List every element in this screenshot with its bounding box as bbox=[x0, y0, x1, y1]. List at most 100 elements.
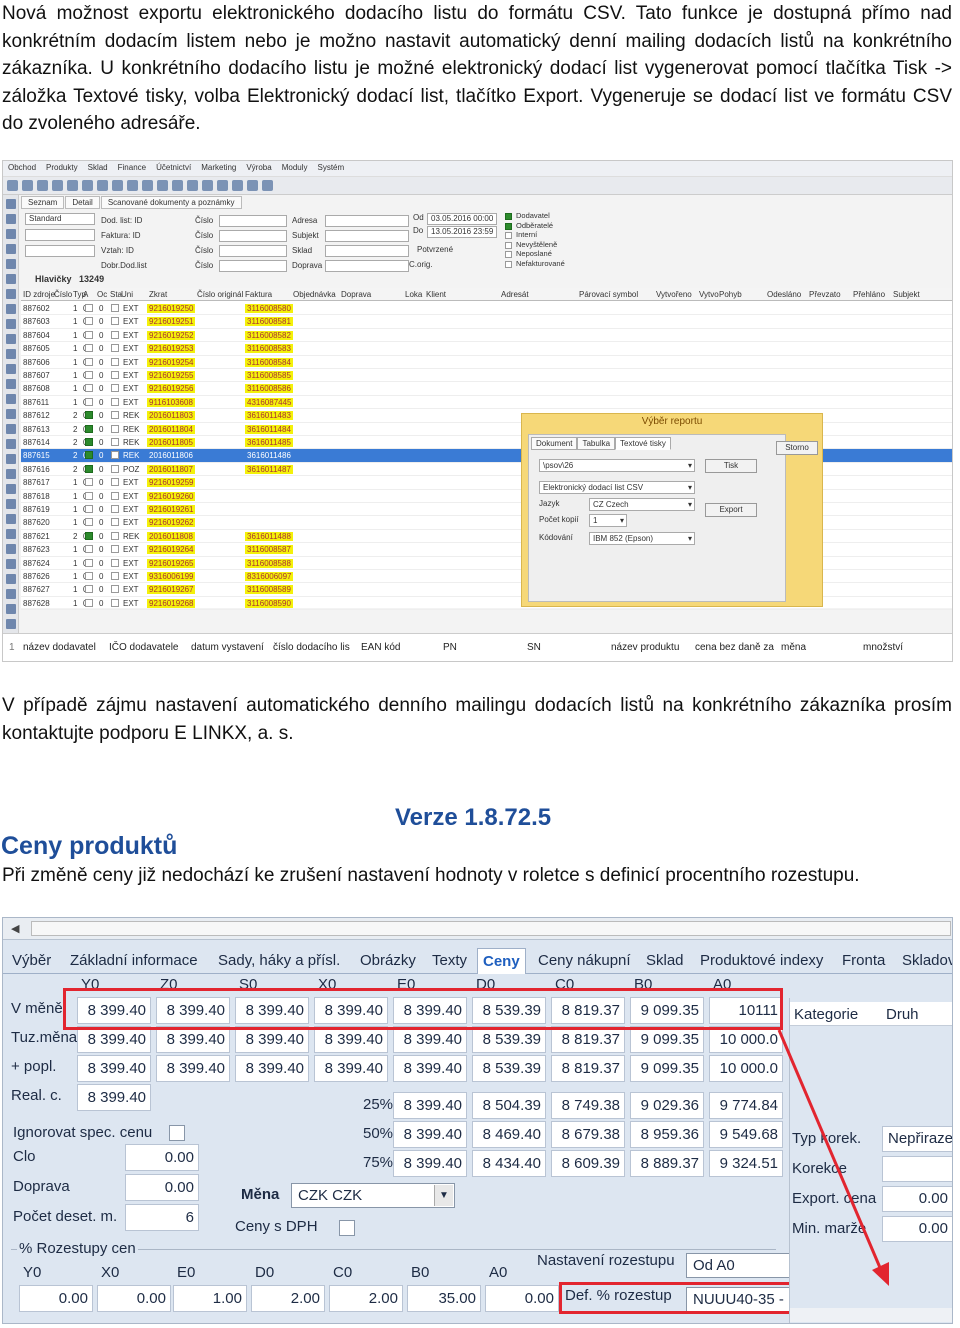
menu-item[interactable]: Marketing bbox=[196, 161, 241, 174]
column-header[interactable]: Oc bbox=[97, 290, 107, 299]
row-checkbox[interactable] bbox=[85, 558, 93, 567]
sidebar-icon[interactable] bbox=[6, 559, 16, 569]
tab[interactable]: Seznam bbox=[21, 196, 65, 209]
sidebar-icon[interactable] bbox=[6, 484, 16, 494]
column-header[interactable]: Faktura bbox=[245, 290, 272, 299]
sidebar-icon[interactable] bbox=[6, 229, 16, 239]
row-checkbox[interactable] bbox=[85, 478, 93, 487]
row-checkbox[interactable] bbox=[111, 545, 119, 554]
menu-item[interactable]: Výroba bbox=[241, 161, 276, 174]
column-header[interactable]: Doprava bbox=[341, 290, 371, 299]
date-to[interactable]: 13.05.2016 23:59 bbox=[427, 226, 497, 238]
menu-item[interactable]: Produkty bbox=[41, 161, 83, 174]
table-row[interactable]: 887603100EXT92160192513116008581 bbox=[21, 315, 952, 329]
row-checkbox[interactable] bbox=[111, 478, 119, 487]
sidebar-icon[interactable] bbox=[6, 469, 16, 479]
row-checkbox[interactable] bbox=[111, 518, 119, 527]
table-row[interactable]: 887611100EXT91161036084316087445 bbox=[21, 396, 952, 410]
toolbar-icon[interactable] bbox=[202, 180, 213, 191]
sidebar-icon[interactable] bbox=[6, 604, 16, 614]
filter-input[interactable] bbox=[219, 230, 287, 242]
row-checkbox[interactable] bbox=[85, 357, 93, 366]
row-checkbox[interactable] bbox=[111, 438, 119, 446]
filter-input[interactable] bbox=[325, 260, 409, 272]
toolbar-icon[interactable] bbox=[52, 180, 63, 191]
row-checkbox[interactable] bbox=[85, 464, 93, 473]
sidebar-icon[interactable] bbox=[6, 394, 16, 404]
menu-item[interactable]: Systém bbox=[313, 161, 350, 174]
row-checkbox[interactable] bbox=[85, 451, 93, 460]
row-checkbox[interactable] bbox=[111, 558, 119, 567]
column-header[interactable]: Klient bbox=[426, 290, 446, 299]
toolbar-icon[interactable] bbox=[97, 180, 108, 191]
toolbar-icon[interactable] bbox=[37, 180, 48, 191]
dialog-tab[interactable]: Tabulka bbox=[577, 437, 616, 450]
toolbar-icon[interactable] bbox=[187, 180, 198, 191]
menu-item[interactable]: Finance bbox=[113, 161, 151, 174]
row-checkbox[interactable] bbox=[111, 505, 119, 513]
sidebar-icon[interactable] bbox=[6, 259, 16, 269]
sidebar-icon[interactable] bbox=[6, 334, 16, 344]
row-checkbox[interactable] bbox=[111, 424, 119, 433]
tab[interactable]: Detail bbox=[65, 196, 100, 209]
row-checkbox[interactable] bbox=[111, 572, 119, 580]
column-header[interactable]: Zkrat bbox=[149, 290, 167, 299]
row-checkbox[interactable] bbox=[111, 317, 119, 326]
column-header[interactable]: Číslo bbox=[54, 290, 72, 299]
toolbar-icon[interactable] bbox=[67, 180, 78, 191]
lang-select[interactable]: CZ Czech bbox=[589, 498, 695, 511]
filter-input[interactable] bbox=[325, 245, 409, 257]
sidebar-icon[interactable] bbox=[6, 544, 16, 554]
row-checkbox[interactable] bbox=[111, 411, 119, 420]
toolbar-icon[interactable] bbox=[247, 180, 258, 191]
filter-checkbox[interactable] bbox=[505, 241, 512, 249]
row-checkbox[interactable] bbox=[85, 585, 93, 594]
row-checkbox[interactable] bbox=[85, 397, 93, 406]
column-header[interactable]: Pohyb bbox=[719, 290, 742, 299]
encoding-select[interactable]: IBM 852 (Epson) bbox=[589, 532, 695, 545]
filter-input[interactable] bbox=[219, 215, 287, 227]
sidebar-icon[interactable] bbox=[6, 529, 16, 539]
filter-input[interactable] bbox=[325, 215, 409, 227]
sidebar-icon[interactable] bbox=[6, 424, 16, 434]
report-select[interactable]: Elektronický dodací list CSV bbox=[539, 481, 695, 494]
print-button[interactable]: Tisk bbox=[705, 459, 757, 473]
sidebar-icon[interactable] bbox=[6, 514, 16, 524]
toolbar-icon[interactable] bbox=[157, 180, 168, 191]
row-checkbox[interactable] bbox=[85, 598, 93, 607]
menu-item[interactable]: Účetnictví bbox=[151, 161, 196, 174]
row-checkbox[interactable] bbox=[85, 384, 93, 393]
sidebar-icon[interactable] bbox=[6, 574, 16, 584]
row-checkbox[interactable] bbox=[111, 451, 119, 460]
filter-empty-2[interactable] bbox=[25, 245, 95, 257]
sidebar-icon[interactable] bbox=[6, 319, 16, 329]
sidebar-icon[interactable] bbox=[6, 214, 16, 224]
column-header[interactable]: Vytvořeno bbox=[656, 290, 692, 299]
row-checkbox[interactable] bbox=[111, 330, 119, 339]
column-header[interactable]: Přehláno bbox=[853, 290, 885, 299]
filter-input[interactable] bbox=[219, 245, 287, 257]
column-header[interactable]: Uni bbox=[121, 290, 133, 299]
copies-input[interactable]: 1 bbox=[589, 514, 627, 527]
row-checkbox[interactable] bbox=[85, 491, 93, 500]
toolbar-icon[interactable] bbox=[262, 180, 273, 191]
path-select[interactable]: \psov\26 bbox=[539, 459, 695, 472]
table-row[interactable]: 887608100EXT92160192563116008586 bbox=[21, 382, 952, 396]
column-header[interactable]: Číslo originál bbox=[197, 290, 243, 299]
filter-checkbox[interactable] bbox=[505, 232, 512, 239]
row-checkbox[interactable] bbox=[85, 518, 93, 527]
row-checkbox[interactable] bbox=[111, 585, 119, 594]
filter-checkbox[interactable] bbox=[505, 213, 512, 220]
row-checkbox[interactable] bbox=[111, 464, 119, 473]
filter-input[interactable] bbox=[219, 260, 287, 272]
row-checkbox[interactable] bbox=[111, 357, 119, 366]
toolbar-icon[interactable] bbox=[112, 180, 123, 191]
menu-item[interactable]: Obchod bbox=[3, 161, 41, 174]
toolbar-icon[interactable] bbox=[7, 180, 18, 191]
sidebar-icon[interactable] bbox=[6, 409, 16, 419]
sidebar-icon[interactable] bbox=[6, 589, 16, 599]
row-checkbox[interactable] bbox=[111, 491, 119, 500]
row-checkbox[interactable] bbox=[111, 531, 119, 540]
filter-select[interactable]: Standard bbox=[25, 213, 95, 225]
sidebar-icon[interactable] bbox=[6, 379, 16, 389]
